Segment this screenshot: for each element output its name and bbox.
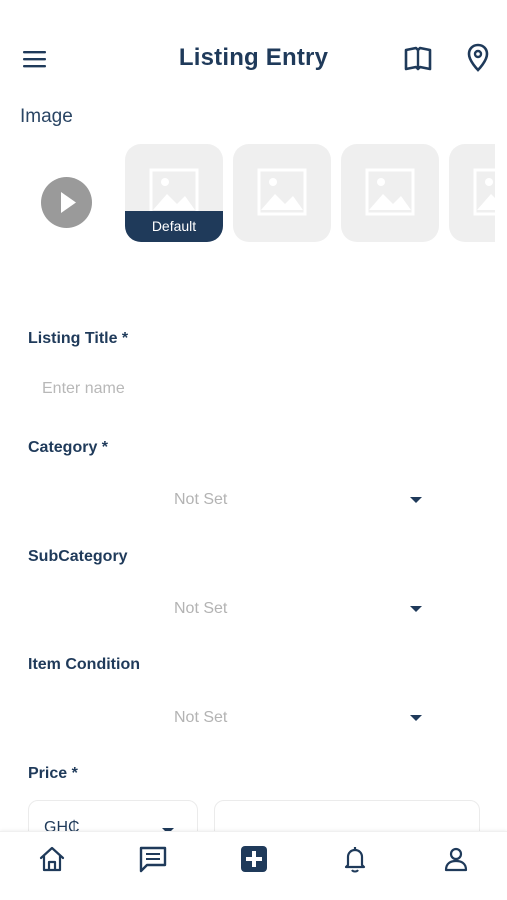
bottom-navigation: [0, 831, 507, 900]
play-video-icon[interactable]: [41, 177, 92, 228]
category-value: Not Set: [174, 491, 228, 508]
subcategory-select[interactable]: Not Set: [28, 592, 478, 626]
chat-icon[interactable]: [138, 844, 168, 874]
app-bar: Listing Entry: [0, 0, 507, 100]
profile-icon[interactable]: [441, 844, 471, 874]
price-label: Price *: [28, 765, 78, 782]
listing-title-input[interactable]: [28, 372, 478, 406]
image-thumbnail[interactable]: [341, 144, 439, 242]
listing-title-label: Listing Title *: [28, 330, 129, 347]
add-listing-icon[interactable]: [239, 844, 269, 874]
image-placeholder-icon: [365, 168, 415, 216]
image-placeholder-icon: [257, 168, 307, 216]
image-placeholder-icon: [149, 168, 199, 216]
subcategory-value: Not Set: [174, 600, 228, 617]
book-icon[interactable]: [402, 44, 434, 74]
item-condition-select[interactable]: Not Set: [28, 701, 478, 735]
subcategory-label: SubCategory: [28, 548, 128, 565]
caret-down-icon: [410, 497, 422, 503]
image-section-label: Image: [20, 106, 73, 127]
image-thumbnail[interactable]: [449, 144, 495, 242]
category-label: Category *: [28, 439, 109, 456]
item-condition-value: Not Set: [174, 709, 228, 726]
item-condition-label: Item Condition: [28, 656, 140, 673]
location-pin-icon[interactable]: [465, 42, 491, 74]
default-tag: Default: [125, 211, 223, 242]
image-thumbnail-default[interactable]: Default: [125, 144, 223, 242]
home-icon[interactable]: [37, 844, 67, 874]
image-placeholder-icon: [473, 168, 495, 216]
category-select[interactable]: Not Set: [28, 483, 478, 517]
notifications-icon[interactable]: [340, 844, 370, 874]
image-gallery[interactable]: Default: [0, 140, 495, 250]
image-thumbnail[interactable]: [233, 144, 331, 242]
caret-down-icon: [410, 606, 422, 612]
caret-down-icon: [410, 715, 422, 721]
